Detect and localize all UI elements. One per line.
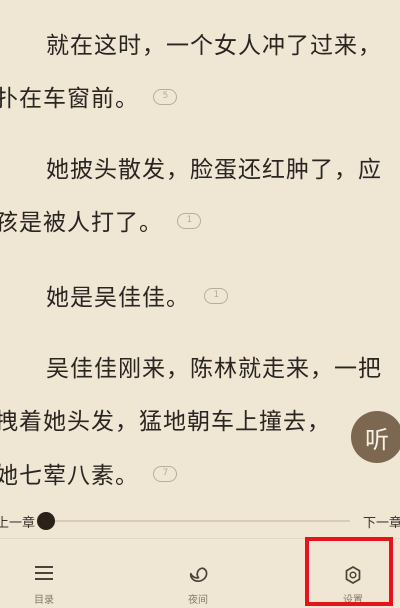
moon-icon bbox=[189, 567, 208, 583]
prev-chapter-button[interactable]: 上一章 bbox=[0, 512, 35, 531]
nav-item-settings[interactable]: 设置 bbox=[308, 539, 398, 608]
comment-count: 1 bbox=[213, 290, 220, 300]
gear-icon bbox=[345, 566, 361, 584]
listen-button[interactable]: 听 bbox=[351, 411, 400, 463]
reader-content: 就在这时，一个女人冲了过来， 扑在车窗前。 5 她披头散发，脸蛋还红肿了，应 孩… bbox=[0, 0, 400, 500]
text-line: 就在这时，一个女人冲了过来， bbox=[46, 31, 382, 61]
text-line: 她七荤八素。 7 bbox=[0, 461, 178, 491]
comment-count: 5 bbox=[162, 91, 169, 101]
nav-item-night[interactable]: 夜间 bbox=[153, 539, 243, 608]
text-line: 拽着她头发，猛地朝车上撞去， bbox=[0, 407, 331, 437]
progress-slider-track[interactable] bbox=[46, 520, 350, 522]
text-line: 扑在车窗前。 5 bbox=[0, 84, 178, 114]
listen-label: 听 bbox=[365, 426, 389, 454]
next-chapter-button[interactable]: 下一章 bbox=[363, 512, 400, 531]
text-line: 孩是被人打了。 1 bbox=[0, 208, 202, 238]
text-line-content: 她七荤八素。 bbox=[0, 463, 139, 489]
menu-icon bbox=[35, 566, 53, 580]
text-line-content: 扑在车窗前。 bbox=[0, 86, 139, 112]
text-line-content: 她披头散发，脸蛋还红肿了，应 bbox=[46, 157, 382, 183]
text-line: 她是吴佳佳。 1 bbox=[46, 283, 229, 313]
text-line-content: 孩是被人打了。 bbox=[0, 210, 163, 236]
text-line: 吴佳佳刚来，陈林就走来，一把 bbox=[46, 354, 382, 384]
comment-badge[interactable]: 1 bbox=[204, 287, 229, 304]
comment-badge[interactable]: 1 bbox=[177, 212, 202, 229]
comment-badge[interactable]: 7 bbox=[153, 465, 178, 482]
text-line: 她披头散发，脸蛋还红肿了，应 bbox=[46, 155, 382, 185]
comment-badge[interactable]: 5 bbox=[153, 88, 178, 105]
bottom-navigation: 目录 夜间 设置 bbox=[0, 538, 400, 607]
text-line-content: 拽着她头发，猛地朝车上撞去， bbox=[0, 409, 331, 435]
comment-count: 7 bbox=[162, 468, 169, 478]
chapter-progress: 上一章 下一章 bbox=[0, 508, 400, 534]
comment-count: 1 bbox=[186, 215, 193, 225]
nav-label: 目录 bbox=[34, 595, 54, 606]
nav-label: 设置 bbox=[343, 595, 363, 606]
text-line-content: 就在这时，一个女人冲了过来， bbox=[46, 33, 382, 59]
progress-slider-thumb[interactable] bbox=[37, 512, 55, 530]
text-line-content: 吴佳佳刚来，陈林就走来，一把 bbox=[46, 356, 382, 382]
nav-label: 夜间 bbox=[188, 595, 208, 606]
nav-item-catalog[interactable]: 目录 bbox=[0, 539, 89, 608]
text-line-content: 她是吴佳佳。 bbox=[46, 285, 190, 311]
